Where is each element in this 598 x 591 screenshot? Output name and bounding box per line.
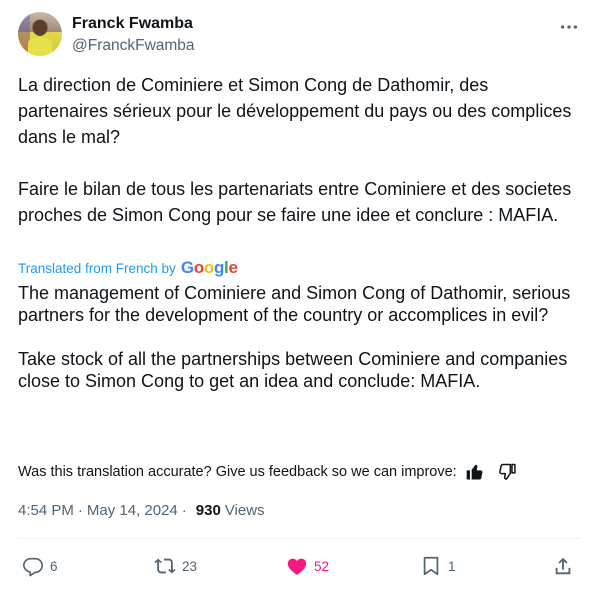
- bookmark-button[interactable]: 1: [420, 552, 456, 580]
- reply-count: 6: [50, 558, 58, 574]
- tweet-translated-text: The management of Cominiere and Simon Co…: [18, 283, 571, 391]
- tweet-original-text: La direction de Cominiere et Simon Cong …: [18, 75, 572, 225]
- like-count: 52: [314, 558, 330, 574]
- bookmark-icon: [423, 556, 439, 576]
- share-icon: [555, 557, 571, 575]
- meta-separator: ·: [77, 501, 83, 519]
- views-label: Views: [224, 501, 265, 519]
- tweet-time[interactable]: 4:54 PM: [18, 502, 74, 519]
- meta-separator-2: ·: [181, 501, 187, 519]
- thumbs-down-icon[interactable]: [497, 462, 517, 482]
- translation-feedback: Was this translation accurate? Give us f…: [18, 462, 517, 482]
- tweet-date[interactable]: May 14, 2024: [87, 502, 178, 519]
- more-options-icon[interactable]: [558, 16, 580, 38]
- feedback-question: Was this translation accurate? Give us f…: [18, 464, 457, 480]
- retweet-count: 23: [182, 558, 198, 574]
- reply-icon: [23, 557, 43, 577]
- share-button[interactable]: [552, 552, 574, 580]
- thumbs-up-icon[interactable]: [465, 462, 485, 482]
- avatar[interactable]: [18, 12, 62, 56]
- divider: [18, 538, 581, 539]
- tweet-body: La direction de Cominiere et Simon Cong …: [18, 72, 578, 228]
- views-count: 930: [195, 501, 221, 519]
- retweet-button[interactable]: 23: [154, 552, 197, 580]
- heart-icon: [287, 558, 307, 575]
- author-handle[interactable]: @FranckFwamba: [72, 37, 195, 55]
- tweet-meta: 4:54 PM · May 14, 2024 · 930 Views: [18, 500, 265, 520]
- bookmark-count: 1: [448, 558, 456, 574]
- like-button[interactable]: 52: [286, 552, 329, 580]
- retweet-icon: [154, 558, 176, 574]
- translated-label: Translated from French by: [18, 260, 176, 276]
- reply-button[interactable]: 6: [22, 552, 58, 580]
- google-logo: Google: [180, 258, 238, 277]
- translated-from-link[interactable]: Translated from French by Google: [18, 258, 238, 278]
- author-name[interactable]: Franck Fwamba: [72, 15, 193, 33]
- tweet-actions: 6 23 52 1: [18, 552, 578, 580]
- tweet-header: Franck Fwamba @FranckFwamba: [18, 12, 582, 58]
